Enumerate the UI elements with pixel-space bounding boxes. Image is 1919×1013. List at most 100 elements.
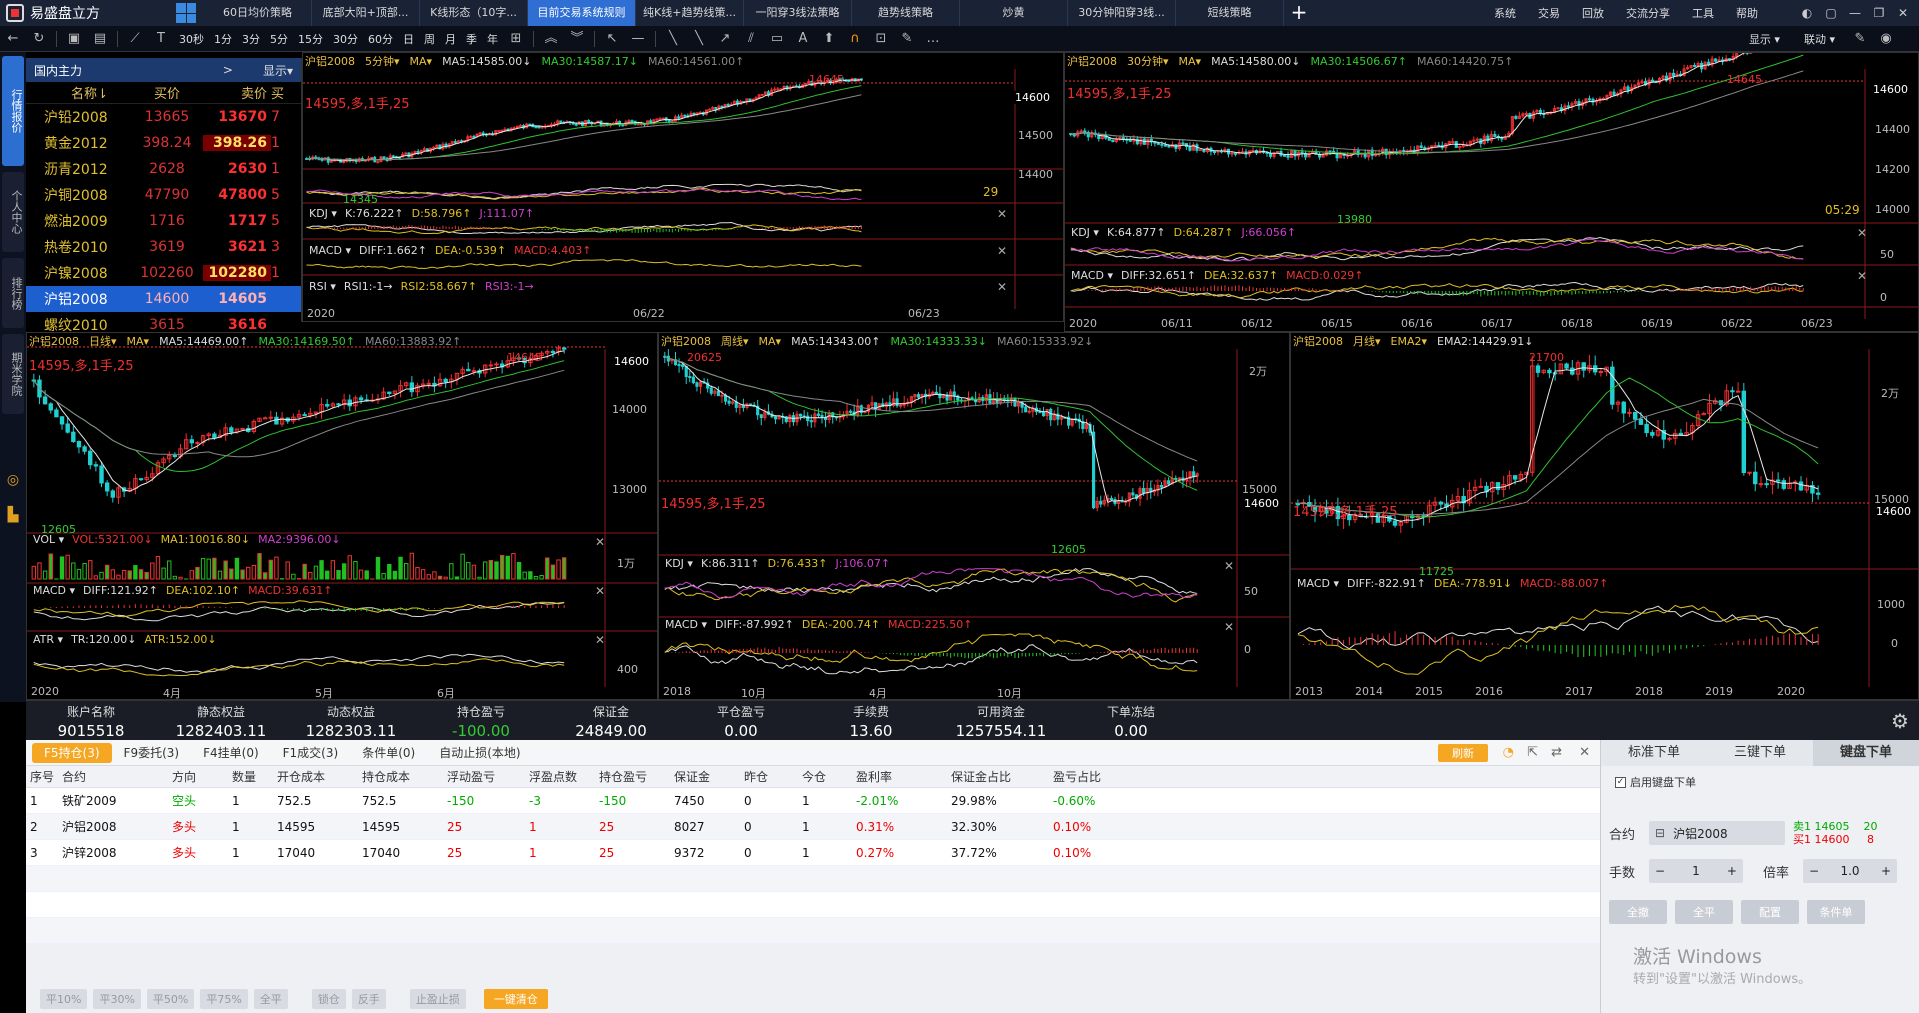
col-header[interactable]: 持仓成本 bbox=[362, 768, 447, 785]
brush-icon[interactable]: ✎ bbox=[897, 29, 917, 49]
quote-row[interactable]: 沪铅2008 13665 13670 7 bbox=[26, 104, 301, 130]
refresh-icon[interactable]: ↻ bbox=[29, 29, 49, 49]
open-icon[interactable]: ▤ bbox=[90, 29, 110, 49]
menu-trade[interactable]: 交易 bbox=[1527, 5, 1571, 21]
kdj-dropdown[interactable]: KDJ ▾ bbox=[309, 207, 337, 220]
contract-input[interactable]: ⊟ 沪铝2008 bbox=[1649, 821, 1785, 845]
col-header[interactable]: 盈亏占比 bbox=[1053, 768, 1143, 785]
zoom-out-icon[interactable]: ︾ bbox=[567, 29, 587, 49]
strategy-tab[interactable]: 短线策略 bbox=[1176, 0, 1284, 26]
enable-keyboard-checkbox[interactable]: ✓ bbox=[1615, 776, 1626, 788]
qty-plus-icon[interactable]: + bbox=[1727, 864, 1737, 878]
grid-icon[interactable]: ⊡ bbox=[871, 29, 891, 49]
period-year[interactable]: 年 bbox=[482, 31, 503, 47]
close-75-button[interactable]: 平75% bbox=[200, 989, 248, 1009]
chart-period[interactable]: 日线▾ bbox=[89, 333, 117, 349]
col-header[interactable]: 保证金 bbox=[674, 768, 744, 785]
col-header[interactable]: 今仓 bbox=[802, 768, 856, 785]
atr-dropdown[interactable]: ATR ▾ bbox=[33, 633, 63, 646]
close-macd-icon[interactable]: ✕ bbox=[997, 244, 1007, 258]
rail-tab-academy[interactable]: 期米学院 bbox=[2, 334, 24, 414]
col-header[interactable]: 昨仓 bbox=[744, 768, 802, 785]
draw-ray-icon[interactable]: ╲ bbox=[689, 29, 709, 49]
macd-dropdown[interactable]: MACD ▾ bbox=[309, 244, 351, 257]
pie-icon[interactable]: ◔ bbox=[1503, 745, 1514, 760]
close-all-button[interactable]: 全平 bbox=[253, 989, 288, 1009]
col-bid[interactable]: 买价 bbox=[131, 83, 203, 102]
col-name[interactable]: 名称⇂ bbox=[26, 83, 131, 102]
tab-orders[interactable]: F9委托(3) bbox=[112, 743, 192, 763]
period-30s[interactable]: 30秒 bbox=[174, 31, 209, 47]
rail-tab-ranking[interactable]: 排行榜 bbox=[2, 258, 24, 328]
macd-dropdown[interactable]: MACD ▾ bbox=[33, 584, 75, 597]
magnet-icon[interactable]: ∩ bbox=[845, 29, 865, 49]
tab-conditional[interactable]: 条件单(0) bbox=[350, 743, 427, 763]
chart-indicator[interactable]: MA▾ bbox=[1179, 55, 1202, 68]
col-header[interactable]: 序号 bbox=[26, 768, 62, 785]
close-all-order-button[interactable]: 全平 bbox=[1675, 900, 1733, 924]
link-dropdown[interactable]: 联动 ▾ bbox=[1804, 31, 1835, 47]
up-arrow-icon[interactable]: ⬆ bbox=[819, 29, 839, 49]
strategy-tab[interactable]: 一阳穿3线法策略 bbox=[744, 0, 852, 26]
skin-icon[interactable]: ◐ bbox=[1795, 6, 1819, 20]
chart-indicator[interactable]: EMA2▾ bbox=[1391, 335, 1428, 348]
col-header[interactable]: 盈利率 bbox=[856, 768, 951, 785]
chart-symbol[interactable]: 沪铝2008 bbox=[661, 333, 711, 349]
col-header[interactable]: 数量 bbox=[232, 768, 277, 785]
period-month[interactable]: 月 bbox=[440, 31, 461, 47]
switch-icon[interactable]: ⇄ bbox=[1551, 745, 1562, 760]
menu-replay[interactable]: 回放 bbox=[1571, 5, 1615, 21]
chart-indicator[interactable]: MA▾ bbox=[759, 335, 782, 348]
mult-plus-icon[interactable]: + bbox=[1881, 864, 1891, 878]
chart-week[interactable]: 沪铝2008 周线▾ MA▾ MA5:14343.00↑ MA30:14333.… bbox=[658, 332, 1290, 700]
close-panel-icon[interactable]: ✕ bbox=[1579, 745, 1590, 760]
app-grid-icon[interactable] bbox=[176, 3, 196, 23]
col-header[interactable]: 持仓盈亏 bbox=[599, 768, 674, 785]
kdj-dropdown[interactable]: KDJ ▾ bbox=[665, 557, 693, 570]
chart-period[interactable]: 30分钟▾ bbox=[1127, 53, 1169, 69]
ruler-icon[interactable]: ▭ bbox=[767, 29, 787, 49]
close-macd-icon[interactable]: ✕ bbox=[1224, 620, 1234, 634]
kdj-dropdown[interactable]: KDJ ▾ bbox=[1071, 226, 1099, 239]
chart-symbol[interactable]: 沪铝2008 bbox=[1293, 333, 1343, 349]
back-icon[interactable]: ← bbox=[3, 29, 23, 49]
chart-period[interactable]: 月线▾ bbox=[1353, 333, 1381, 349]
layout-icon[interactable]: ⊞ bbox=[506, 29, 526, 49]
strategy-tab[interactable]: 60日均价策略 bbox=[204, 0, 312, 26]
rail-tab-personal[interactable]: 个人中心 bbox=[2, 172, 24, 252]
tab-three-key-order[interactable]: 三键下单 bbox=[1707, 740, 1813, 766]
col-extra[interactable]: 买 bbox=[271, 83, 293, 102]
period-week[interactable]: 周 bbox=[419, 31, 440, 47]
chart-period[interactable]: 周线▾ bbox=[721, 333, 749, 349]
tab-pending[interactable]: F4挂单(0) bbox=[191, 743, 271, 763]
close-rsi-icon[interactable]: ✕ bbox=[997, 280, 1007, 294]
menu-system[interactable]: 系统 bbox=[1483, 5, 1527, 21]
chart-day[interactable]: 沪铝2008 日线▾ MA▾ MA5:14469.00↑ MA30:14169.… bbox=[26, 332, 658, 700]
chart-symbol[interactable]: 沪铝2008 bbox=[1067, 53, 1117, 69]
text-tool-icon[interactable]: A bbox=[793, 29, 813, 49]
camera-icon[interactable]: ◉ bbox=[1876, 29, 1896, 49]
vol-dropdown[interactable]: VOL ▾ bbox=[33, 533, 64, 546]
close-atr-icon[interactable]: ✕ bbox=[595, 633, 605, 647]
macd-dropdown[interactable]: MACD ▾ bbox=[1071, 269, 1113, 282]
strategy-tab[interactable]: 趋势线策略 bbox=[852, 0, 960, 26]
lock-button[interactable]: 锁仓 bbox=[311, 989, 346, 1009]
gear-icon[interactable]: ⚙ bbox=[1889, 709, 1911, 733]
chart-line-icon[interactable]: ⟋ bbox=[125, 29, 145, 49]
quote-display-dropdown[interactable]: 显示▾ bbox=[263, 62, 293, 79]
reverse-button[interactable]: 反手 bbox=[351, 989, 386, 1009]
macd-dropdown[interactable]: MACD ▾ bbox=[665, 618, 707, 631]
close-macd-icon[interactable]: ✕ bbox=[595, 584, 605, 598]
qty-stepper[interactable]: −1 + bbox=[1649, 859, 1743, 883]
close-kdj-icon[interactable]: ✕ bbox=[997, 207, 1007, 221]
strategy-tab[interactable]: 纯K线+趋势线策... bbox=[636, 0, 744, 26]
strategy-tab[interactable]: 30分钟阳穿3线... bbox=[1068, 0, 1176, 26]
quote-row[interactable]: 沪镍2008 102260 102280 1 bbox=[26, 260, 301, 286]
chart-symbol[interactable]: 沪铝2008 bbox=[29, 333, 79, 349]
pen-icon[interactable]: ✎ bbox=[1850, 29, 1870, 49]
period-3m[interactable]: 3分 bbox=[237, 31, 265, 47]
period-60m[interactable]: 60分 bbox=[363, 31, 398, 47]
mult-minus-icon[interactable]: − bbox=[1809, 864, 1819, 878]
display-dropdown[interactable]: 显示 ▾ bbox=[1749, 31, 1780, 47]
minimize-icon[interactable]: — bbox=[1843, 6, 1867, 20]
